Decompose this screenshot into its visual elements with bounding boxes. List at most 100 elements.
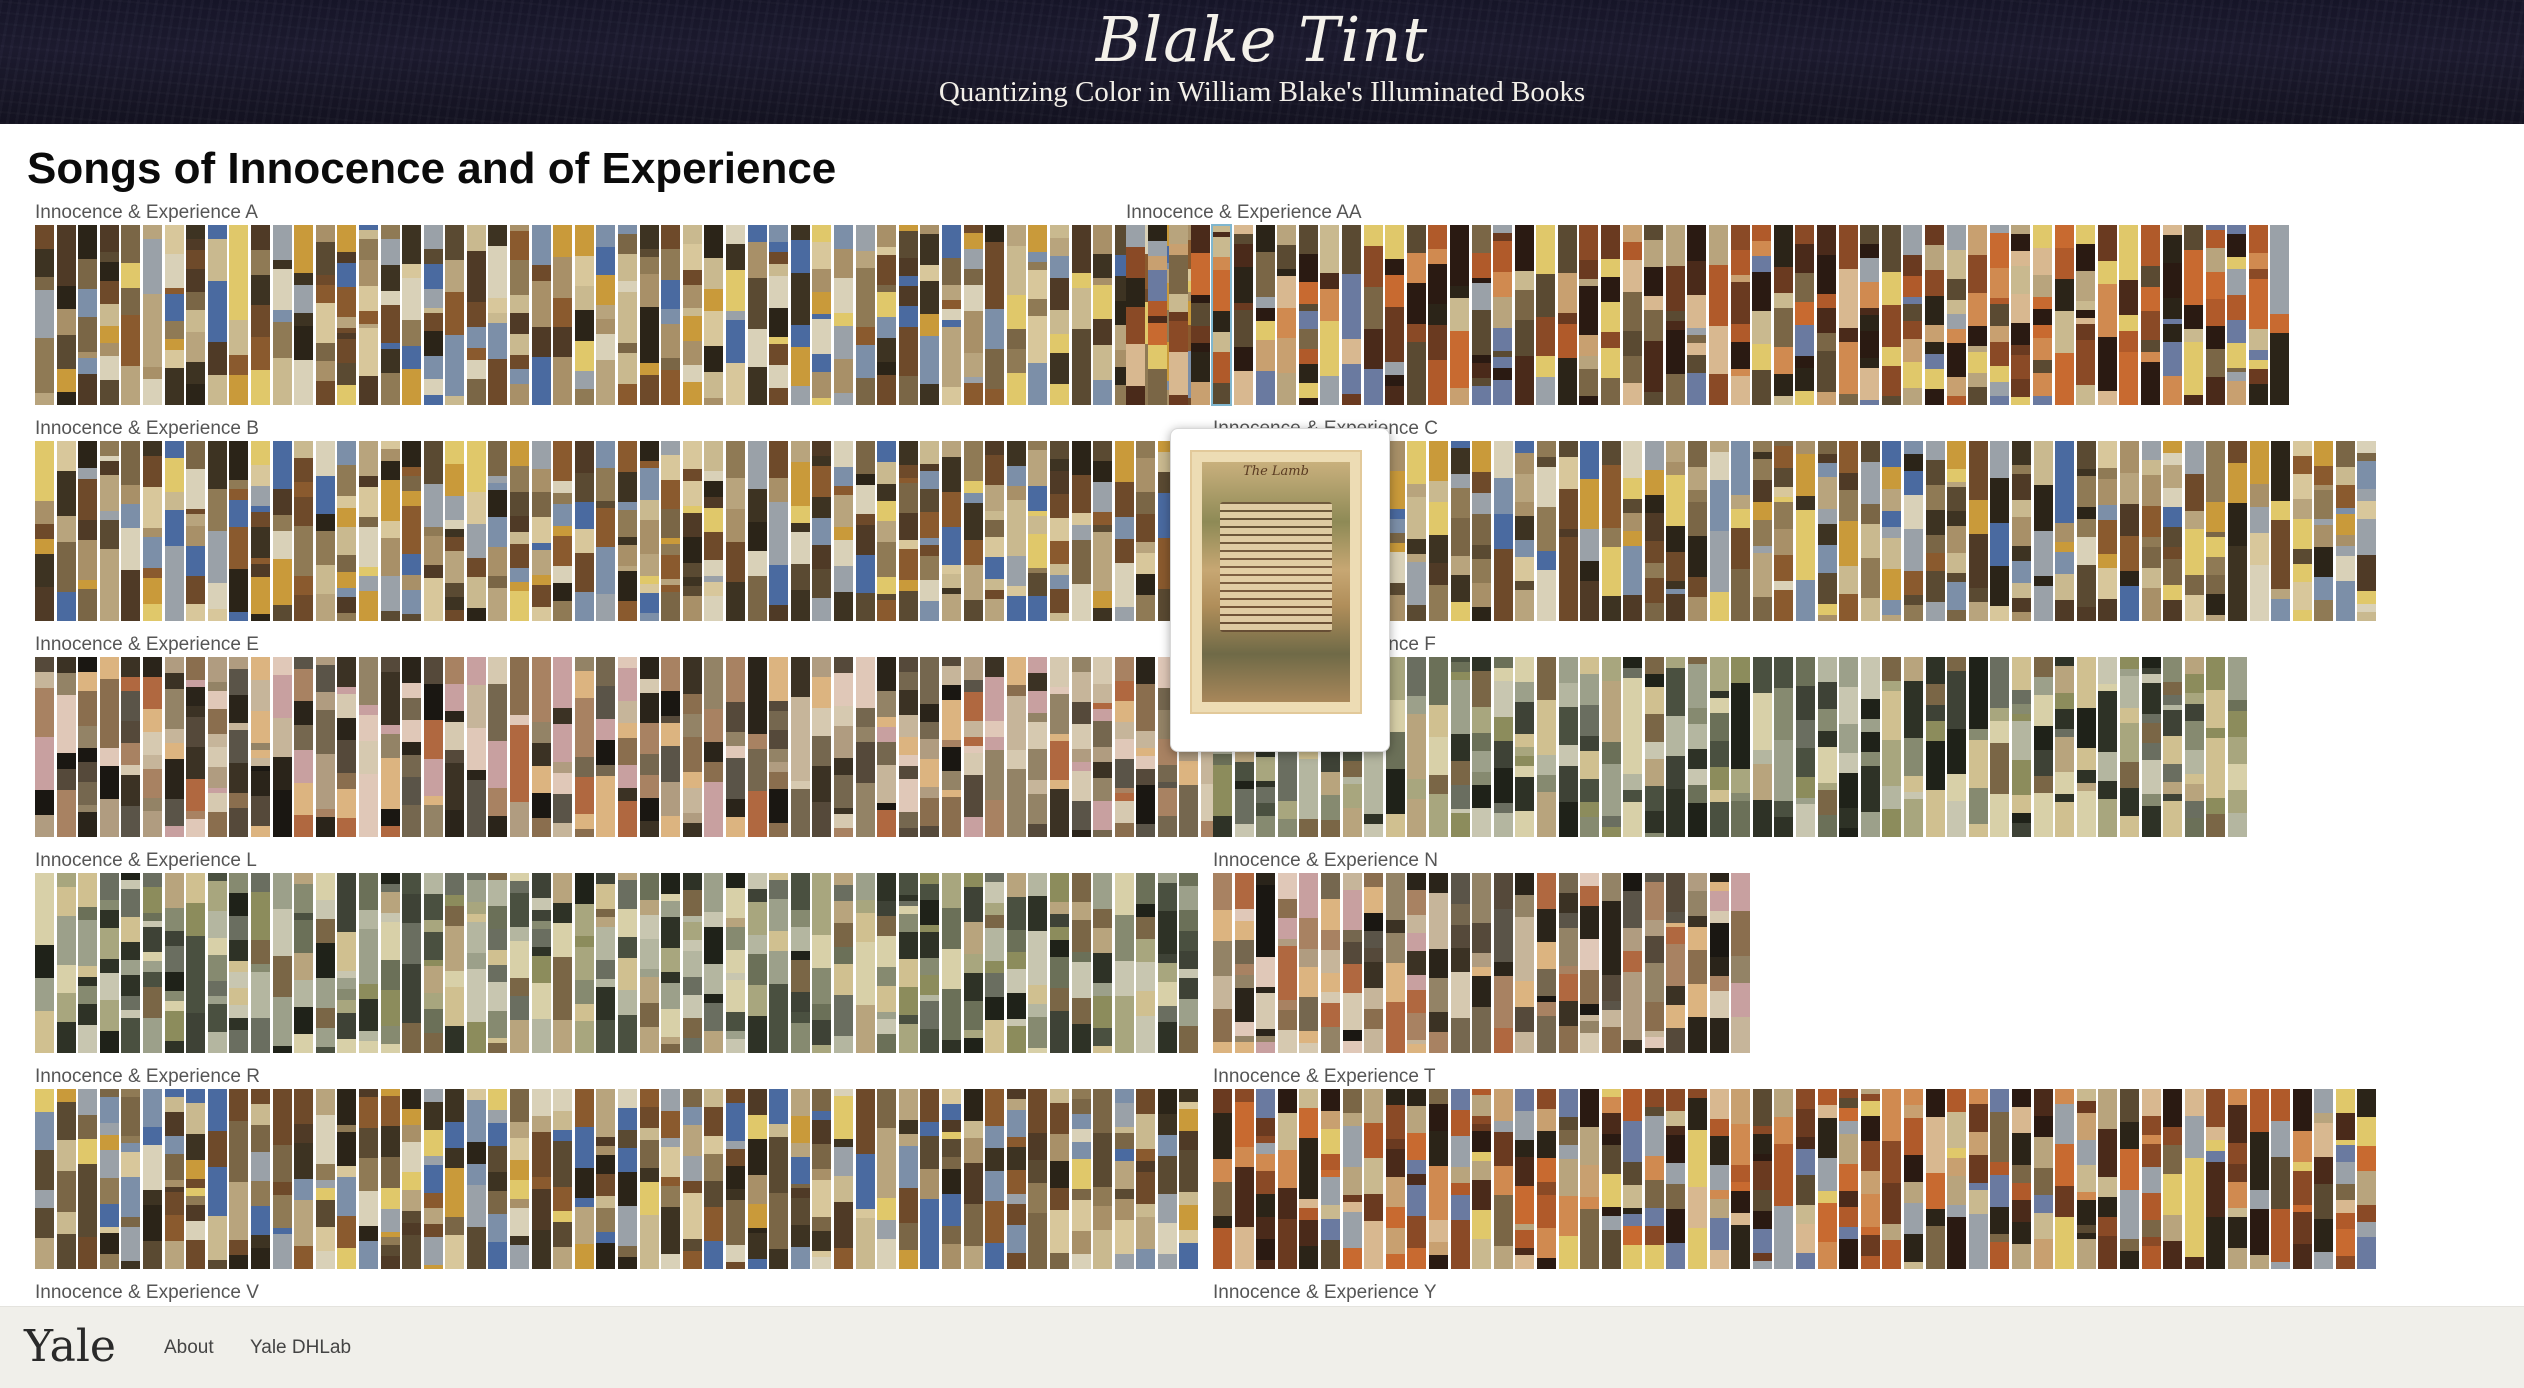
plate-color-strip[interactable]	[985, 873, 1005, 1053]
plate-color-strip[interactable]	[1341, 225, 1361, 405]
plate-color-strip[interactable]	[2292, 441, 2312, 621]
plate-color-strip[interactable]	[445, 1089, 465, 1269]
plate-color-strip[interactable]	[920, 657, 940, 837]
plate-color-strip[interactable]	[747, 225, 767, 405]
plate-color-strip[interactable]	[812, 873, 832, 1053]
yale-dhlab-link[interactable]: Yale DHLab	[250, 1337, 351, 1359]
plate-color-strip[interactable]	[1114, 1089, 1134, 1269]
plate-color-strip[interactable]	[1709, 441, 1729, 621]
plate-color-strip[interactable]	[35, 657, 54, 837]
plate-color-strip[interactable]	[1665, 225, 1685, 405]
plate-color-strip[interactable]	[35, 1089, 54, 1269]
plate-color-strip[interactable]	[423, 873, 443, 1053]
plate-color-strip[interactable]	[294, 1089, 314, 1269]
plate-color-strip[interactable]	[1752, 1089, 1772, 1269]
plate-color-strip[interactable]	[531, 873, 551, 1053]
plate-color-strip[interactable]	[1558, 657, 1578, 837]
plate-color-strip[interactable]	[1472, 873, 1492, 1053]
plate-color-strip[interactable]	[466, 657, 486, 837]
plate-color-strip[interactable]	[1536, 873, 1556, 1053]
plate-color-strip[interactable]	[380, 1089, 400, 1269]
plate-color-strip[interactable]	[1190, 225, 1210, 405]
plate-color-strip[interactable]	[1407, 657, 1427, 837]
plate-color-strip[interactable]	[2184, 1089, 2204, 1269]
plate-color-strip[interactable]	[423, 657, 443, 837]
plate-color-strip[interactable]	[877, 1089, 897, 1269]
plate-color-strip[interactable]	[358, 873, 378, 1053]
plate-color-strip[interactable]	[1093, 873, 1113, 1053]
plate-color-strip[interactable]	[833, 657, 853, 837]
plate-color-strip[interactable]	[1881, 225, 1901, 405]
plate-preview-popup[interactable]: The Lamb	[1170, 428, 1390, 752]
plate-color-strip[interactable]	[769, 1089, 789, 1269]
plate-color-strip[interactable]	[380, 441, 400, 621]
plate-color-strip[interactable]	[661, 873, 681, 1053]
plate-color-strip[interactable]	[2140, 225, 2160, 405]
plate-color-strip[interactable]	[1752, 225, 1772, 405]
plate-color-strip[interactable]	[229, 441, 249, 621]
plate-color-strip[interactable]	[941, 441, 961, 621]
plate-color-strip[interactable]	[423, 1089, 443, 1269]
plate-color-strip[interactable]	[2055, 657, 2075, 837]
plate-color-strip[interactable]	[704, 1089, 724, 1269]
plate-color-strip[interactable]	[812, 441, 832, 621]
plate-color-strip[interactable]	[250, 225, 270, 405]
plate-color-strip[interactable]	[1471, 225, 1491, 405]
plate-color-strip[interactable]	[1536, 441, 1556, 621]
plate-color-strip[interactable]	[1233, 225, 1253, 405]
plate-color-strip[interactable]	[898, 441, 918, 621]
plate-color-strip[interactable]	[1515, 1089, 1535, 1269]
plate-color-strip[interactable]	[1580, 1089, 1600, 1269]
plate-color-strip[interactable]	[466, 1089, 486, 1269]
plate-color-strip[interactable]	[380, 657, 400, 837]
plate-color-strip[interactable]	[1320, 225, 1340, 405]
plate-color-strip[interactable]	[985, 657, 1005, 837]
plate-color-strip[interactable]	[682, 657, 702, 837]
plate-color-strip[interactable]	[1493, 657, 1513, 837]
plate-color-strip[interactable]	[553, 225, 573, 405]
plate-color-strip[interactable]	[2055, 1089, 2075, 1269]
plate-color-strip[interactable]	[1213, 873, 1232, 1053]
plate-color-strip[interactable]	[726, 225, 745, 405]
plate-color-strip[interactable]	[142, 441, 162, 621]
plate-color-strip[interactable]	[1688, 441, 1708, 621]
plate-color-strip[interactable]	[985, 441, 1005, 621]
plate-color-strip[interactable]	[2249, 1089, 2269, 1269]
plate-color-strip[interactable]	[1493, 1089, 1513, 1269]
plate-color-strip[interactable]	[78, 441, 98, 621]
plate-color-strip[interactable]	[1709, 1089, 1729, 1269]
plate-color-strip[interactable]	[596, 225, 616, 405]
plate-color-strip[interactable]	[35, 873, 54, 1053]
plate-color-strip[interactable]	[963, 225, 983, 405]
plate-color-strip[interactable]	[531, 441, 551, 621]
plate-color-strip[interactable]	[1147, 225, 1167, 405]
plate-color-strip[interactable]	[790, 1089, 810, 1269]
plate-color-strip[interactable]	[2227, 225, 2247, 405]
plate-color-strip[interactable]	[1006, 441, 1026, 621]
plate-color-strip[interactable]	[747, 657, 767, 837]
plate-color-strip[interactable]	[1666, 441, 1686, 621]
plate-color-strip[interactable]	[531, 225, 551, 405]
plate-color-strip[interactable]	[920, 225, 940, 405]
plate-color-strip[interactable]	[1924, 225, 1944, 405]
plate-color-strip[interactable]	[2206, 1089, 2226, 1269]
plate-color-strip[interactable]	[855, 873, 875, 1053]
plate-color-strip[interactable]	[380, 225, 400, 405]
plate-color-strip[interactable]	[1449, 225, 1469, 405]
plate-color-strip[interactable]	[1688, 1089, 1708, 1269]
plate-color-strip[interactable]	[1796, 1089, 1816, 1269]
plate-color-strip[interactable]	[142, 1089, 162, 1269]
plate-color-strip[interactable]	[1796, 441, 1816, 621]
plate-color-strip[interactable]	[618, 1089, 638, 1269]
plate-color-strip[interactable]	[1644, 873, 1664, 1053]
plate-color-strip[interactable]	[1947, 657, 1967, 837]
plate-color-strip[interactable]	[1514, 225, 1534, 405]
plate-color-strip[interactable]	[1169, 225, 1189, 405]
plate-color-strip[interactable]	[250, 441, 270, 621]
plate-color-strip[interactable]	[2314, 1089, 2334, 1269]
plate-color-strip[interactable]	[1601, 1089, 1621, 1269]
plate-color-strip[interactable]	[1623, 1089, 1643, 1269]
plate-color-strip[interactable]	[1450, 1089, 1470, 1269]
plate-color-strip[interactable]	[2206, 441, 2226, 621]
plate-color-strip[interactable]	[1342, 873, 1362, 1053]
